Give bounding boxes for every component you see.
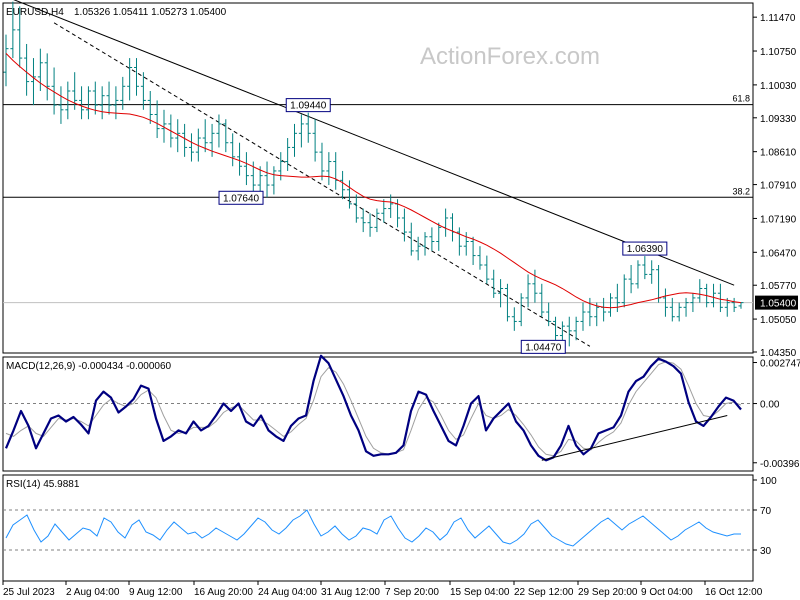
rsi-y-axis: 100 70 30 [753,476,777,557]
x-tick-label: 7 Sep 20:00 [385,587,439,598]
x-tick-label: 15 Sep 04:00 [450,587,510,598]
x-tick-label: 9 Oct 04:00 [641,587,693,598]
rsi-panel[interactable]: RSI(14) 45.9881 100 70 30 [2,474,777,582]
x-tick-label: 31 Aug 12:00 [321,587,380,598]
current-price-label: 1.05400 [760,299,797,310]
price-tick-label: 1.05770 [760,281,797,292]
price-tick-label: 1.10750 [760,47,797,58]
price-annotation-label: 1.07640 [223,193,260,204]
price-tick-label: 1.10030 [760,81,797,92]
price-annotation-label: 1.04470 [525,342,562,353]
macd-y-axis: 0.002747 0.00 -0.003966 [753,359,800,470]
x-tick-label: 9 Aug 12:00 [129,587,183,598]
x-tick-label: 16 Aug 20:00 [194,587,253,598]
macd-tick-label: -0.003966 [760,459,800,470]
price-ohlc-readout: 1.05326 1.05411 1.05273 1.05400 [74,7,227,18]
price-tick-label: 1.08610 [760,148,797,159]
rsi-tick-label: 100 [760,476,777,487]
price-tick-label: 1.11470 [760,13,796,24]
x-tick-label: 29 Sep 20:00 [578,587,638,598]
rsi-tick-label: 30 [760,546,772,557]
macd-tick-label: 0.00 [760,400,780,411]
macd-panel[interactable]: MACD(12,26,9) -0.000434 -0.000060 0.0027… [2,354,800,472]
macd-title: MACD(12,26,9) -0.000434 -0.000060 [6,361,172,372]
macd-tick-label: 0.002747 [760,359,800,370]
price-tick-label: 1.07910 [760,181,797,192]
price-panel[interactable]: ActionForex.com EURUSD,H4 1.05326 1.0541… [2,0,798,359]
x-tick-label: 16 Oct 12:00 [705,587,763,598]
price-tick-label: 1.07190 [760,214,797,225]
forex-chart[interactable]: ActionForex.com EURUSD,H4 1.05326 1.0541… [0,0,800,600]
fib-level-label: 61.8 [732,94,750,104]
price-tick-label: 1.04350 [760,348,797,359]
rsi-title: RSI(14) 45.9881 [6,479,80,490]
price-tick-label: 1.05050 [760,315,797,326]
x-tick-label: 25 Jul 2023 [3,587,55,598]
price-tick-label: 1.06470 [760,248,797,259]
price-annotation-label: 1.06390 [627,244,664,255]
watermark: ActionForex.com [420,43,600,70]
current-price-tag: 1.05400 [755,295,798,310]
x-axis: 25 Jul 2023 2 Aug 04:00 9 Aug 12:00 16 Aug … [2,581,763,598]
rsi-tick-label: 70 [760,506,772,517]
x-tick-label: 24 Aug 04:00 [258,587,317,598]
price-annotation-label: 1.09440 [290,101,327,112]
x-tick-label: 22 Sep 12:00 [514,587,574,598]
x-tick-label: 2 Aug 04:00 [66,587,120,598]
fib-level-label: 38.2 [732,186,750,196]
price-panel-frame [2,2,754,354]
price-tick-label: 1.09330 [760,114,797,125]
